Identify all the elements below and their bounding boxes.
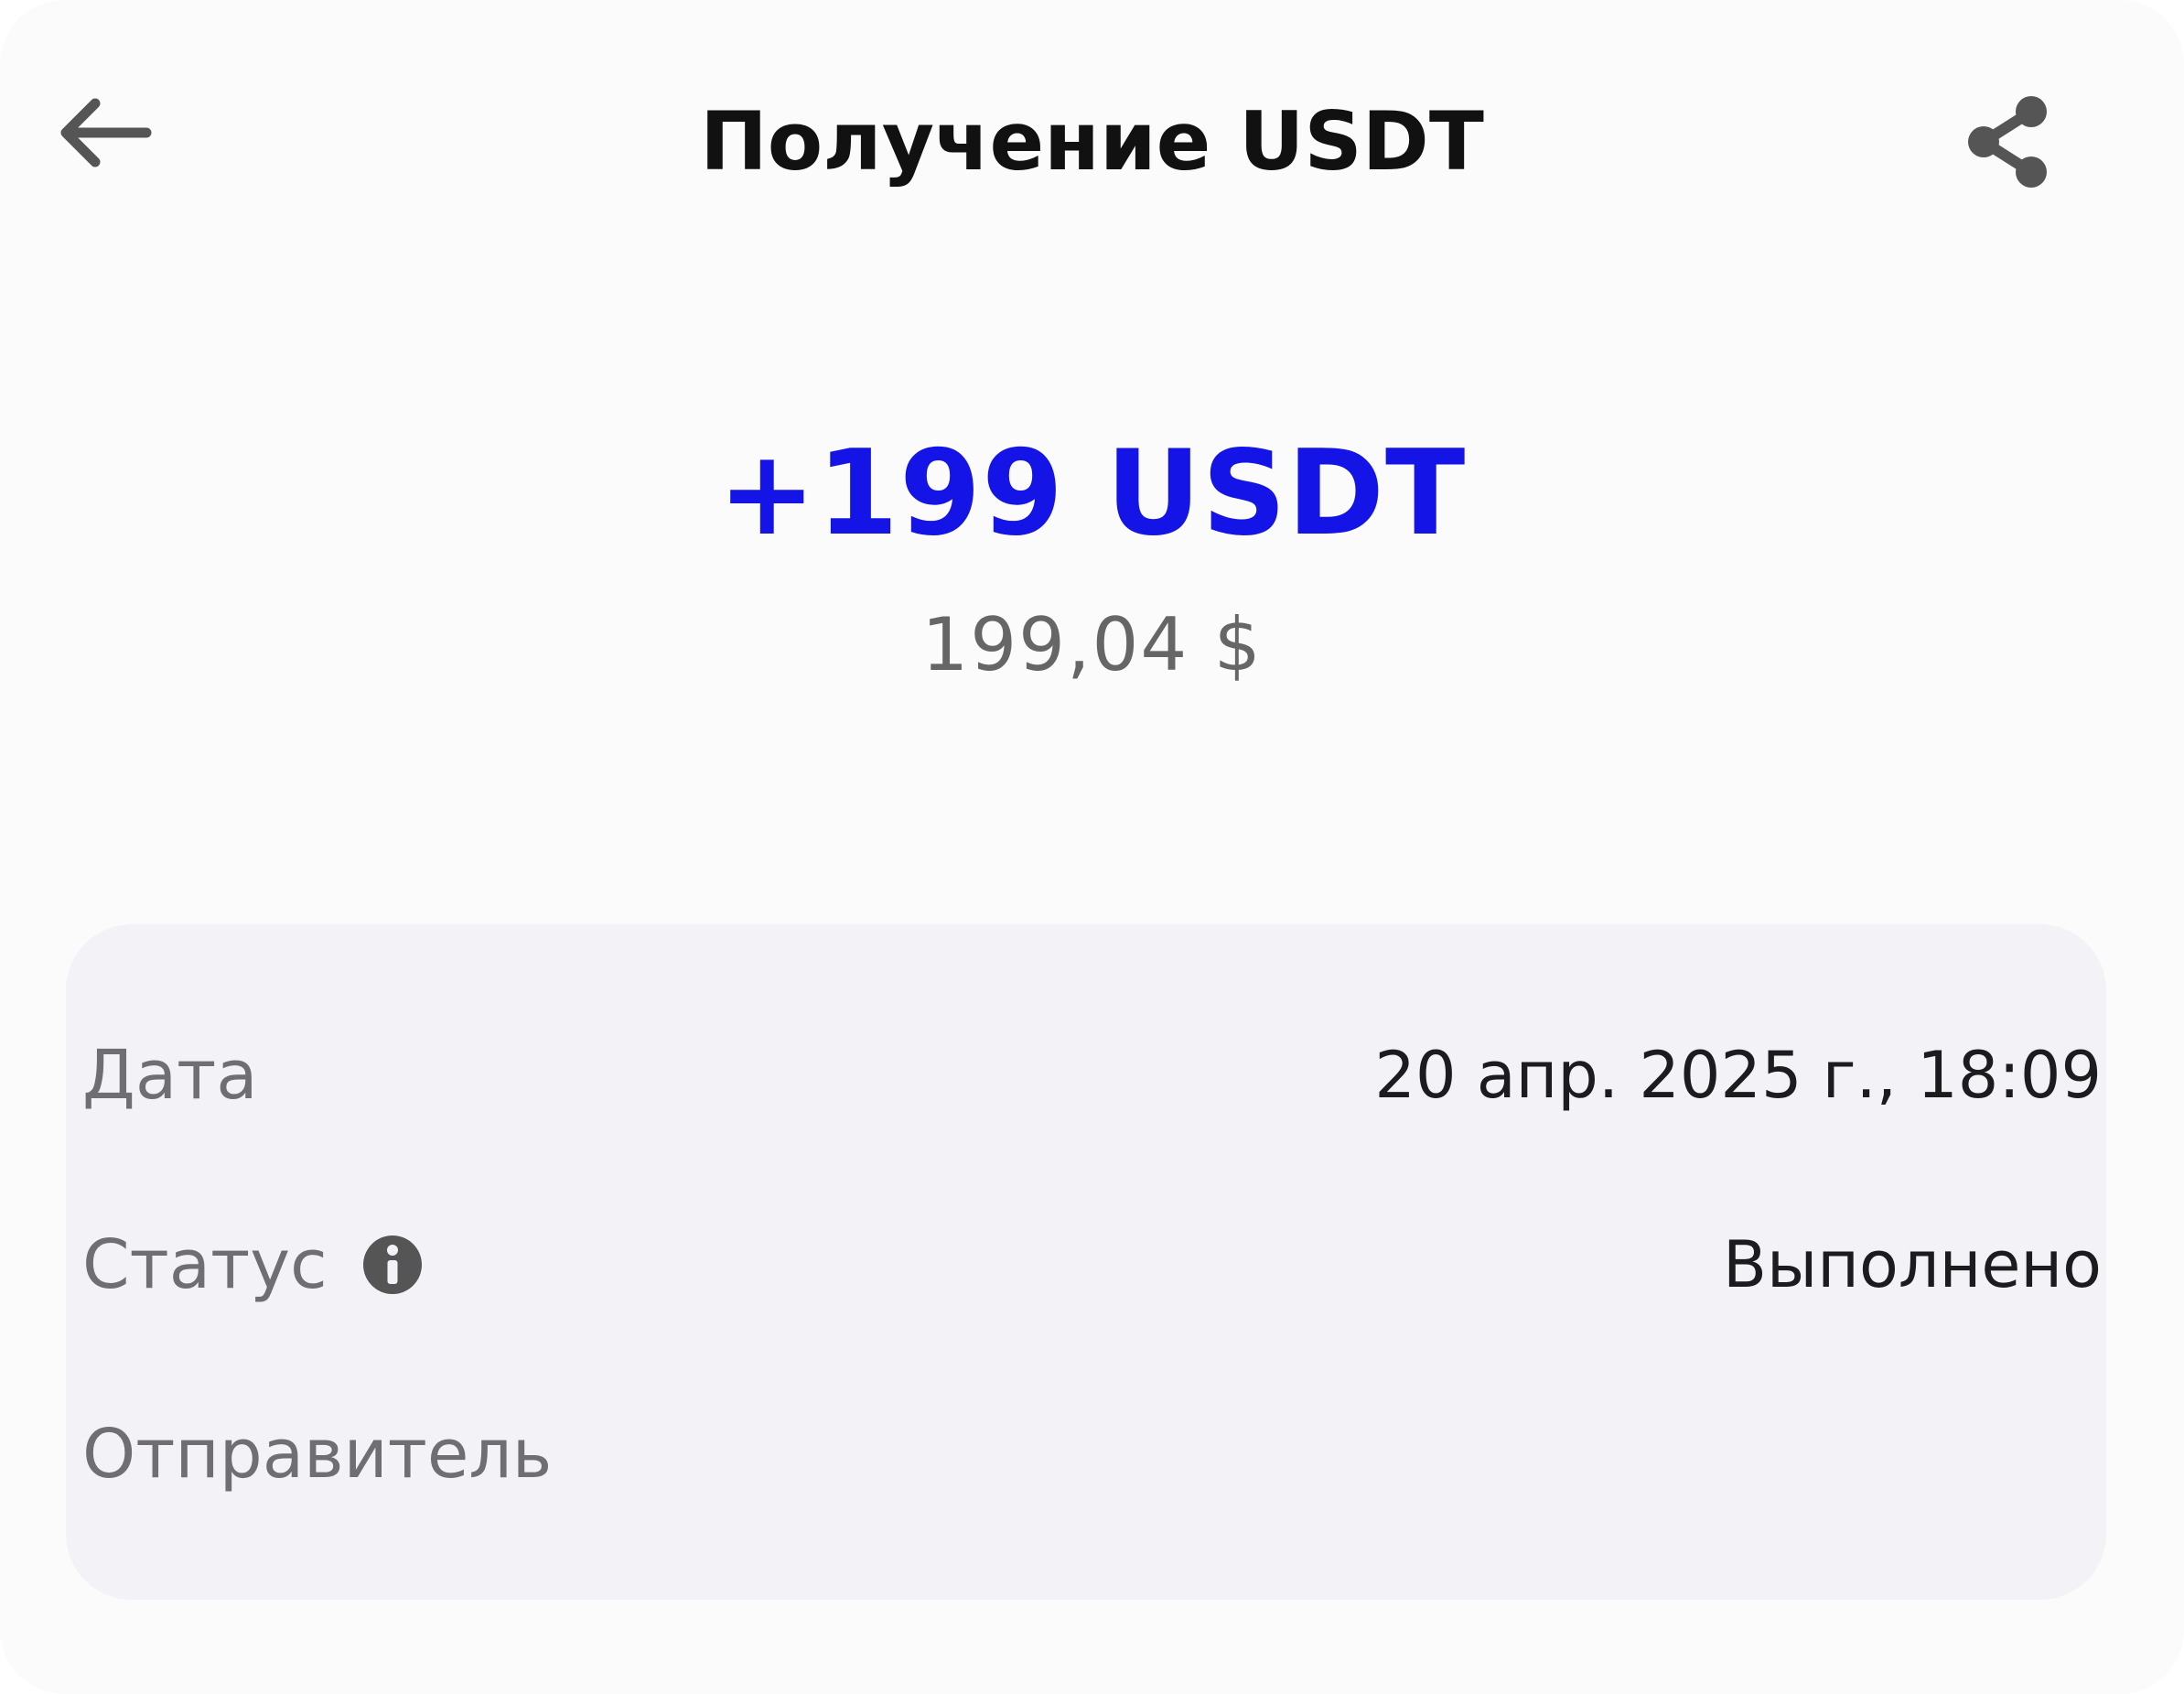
date-row: Дата 20 апр. 2025 г., 18:09	[82, 1025, 2102, 1126]
status-label: Статус	[82, 1225, 328, 1304]
page-title: Получение USDT	[700, 94, 1484, 189]
sender-label: Отправитель	[82, 1415, 553, 1494]
share-button[interactable]	[1940, 87, 2077, 197]
status-label-group: Статус	[82, 1225, 425, 1304]
header: Получение USDT	[0, 0, 2184, 275]
sender-row: Отправитель	[82, 1404, 2102, 1505]
info-icon[interactable]	[360, 1233, 425, 1297]
date-value: 20 апр. 2025 г., 18:09	[1374, 1038, 2102, 1113]
crypto-amount: +199 USDT	[717, 426, 1467, 562]
date-label: Дата	[82, 1036, 258, 1115]
status-value: Выполнено	[1722, 1227, 2102, 1302]
share-icon	[1968, 96, 2047, 188]
transaction-details-screen: Получение USDT +199 USDT 199,04 $ Дата 2…	[0, 0, 2184, 1694]
fiat-amount: 199,04 $	[921, 602, 1263, 687]
status-row: Статус Выполнено	[82, 1214, 2102, 1315]
